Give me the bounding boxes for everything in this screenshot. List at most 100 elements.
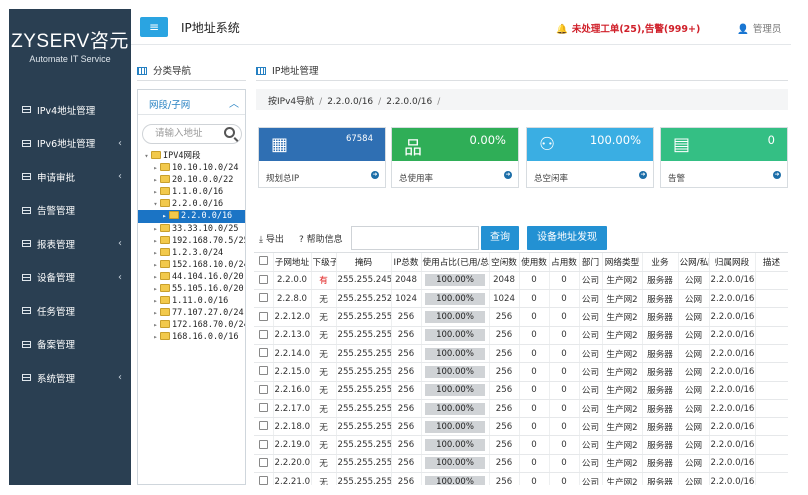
table-row[interactable]: 2.2.21.0 无 255.255.255 256 100.00% 256 0 0 公司 生产网…: [254, 472, 788, 485]
folder-icon: [160, 271, 170, 280]
tree-node[interactable]: ▾ IPV4网段: [138, 150, 245, 162]
select-all-checkbox[interactable]: [258, 256, 268, 266]
stat-card[interactable]: ▤ 0 告警 ➜: [660, 127, 788, 188]
table-cell: 0: [549, 399, 580, 419]
expand-arrow-icon[interactable]: ▸: [151, 174, 160, 186]
stat-card[interactable]: 品 0.00% 总使用率 ➜: [391, 127, 519, 188]
table-row[interactable]: 2.2.18.0 无 255.255.255 256 100.00% 256 0 0 公司 生产网…: [254, 417, 788, 437]
table-cell: 256: [489, 362, 520, 382]
row-checkbox[interactable]: [258, 366, 268, 376]
tree-node[interactable]: ▸ 192.168.70.5/25: [138, 235, 245, 247]
row-checkbox[interactable]: [258, 293, 268, 303]
tree-search-input[interactable]: 请输入地址: [142, 124, 242, 144]
sidebar-item[interactable]: 告警管理: [9, 194, 131, 228]
user-menu[interactable]: 👤 管理员: [737, 21, 781, 35]
row-checkbox[interactable]: [258, 348, 268, 358]
table-row[interactable]: 2.2.12.0 无 255.255.255 256 100.00% 256 0 0 公司 生产网…: [254, 307, 788, 327]
usage-bar: 100.00%: [425, 347, 485, 360]
expand-arrow-icon[interactable]: ▾: [151, 198, 160, 210]
query-button[interactable]: 查询: [481, 226, 519, 250]
row-checkbox[interactable]: [258, 403, 268, 413]
tree-node[interactable]: ▸ 168.16.0.0/16: [138, 331, 245, 343]
table-cell: [755, 417, 788, 437]
table-row[interactable]: 2.2.0.0 有 255.255.245 2048 100.00% 2048 0 0 公司 生产…: [254, 271, 788, 291]
folder-icon: [169, 211, 179, 220]
expand-arrow-icon[interactable]: ▸: [151, 235, 160, 247]
expand-arrow-icon[interactable]: ▸: [151, 307, 160, 319]
search-icon[interactable]: [224, 127, 235, 138]
table-row[interactable]: 2.2.16.0 无 255.255.255 256 100.00% 256 0 0 公司 生产网…: [254, 381, 788, 400]
discover-button[interactable]: 设备地址发现: [527, 226, 607, 250]
sidebar-item[interactable]: IPv6地址管理 ‹: [9, 127, 131, 161]
expand-arrow-icon[interactable]: ▸: [151, 223, 160, 235]
tree-node[interactable]: ▸ 1.1.0.0/16: [138, 186, 245, 198]
help-button[interactable]: ? 帮助信息: [299, 232, 343, 245]
table-row[interactable]: 2.2.19.0 无 255.255.255 256 100.00% 256 0 0 公司 生产网…: [254, 435, 788, 455]
breadcrumb-item[interactable]: 2.2.0.0/16: [327, 97, 373, 107]
table-row[interactable]: 2.2.15.0 无 255.255.255 256 100.00% 256 0 0 公司 生产网…: [254, 362, 788, 382]
table-row[interactable]: 2.2.8.0 无 255.255.252 1024 100.00% 1024 0 0 公司 生产…: [254, 289, 788, 309]
sidebar-item[interactable]: 任务管理: [9, 294, 131, 328]
row-checkbox[interactable]: [258, 329, 268, 339]
expand-arrow-icon[interactable]: ▸: [151, 295, 160, 307]
expand-arrow-icon[interactable]: ▸: [151, 259, 160, 271]
alert-link[interactable]: 🔔 未处理工单(25),告警(999+): [556, 21, 700, 35]
row-checkbox[interactable]: [258, 421, 268, 431]
ip-manage-header: IP地址管理: [256, 63, 788, 81]
expand-arrow-icon[interactable]: ▸: [151, 162, 160, 174]
arrow-right-icon[interactable]: ➜: [371, 171, 379, 179]
tab-segment-subnet[interactable]: 网段/子网 ︿: [138, 90, 245, 115]
row-checkbox[interactable]: [258, 439, 268, 449]
list-icon: [22, 340, 31, 348]
table-cell: [755, 307, 788, 327]
tree-node[interactable]: ▸ 10.10.10.0/24: [138, 162, 245, 174]
sidebar-item[interactable]: IPv4地址管理: [9, 93, 131, 127]
expand-arrow-icon[interactable]: ▸: [151, 247, 160, 259]
arrow-right-icon[interactable]: ➜: [504, 171, 512, 179]
expand-arrow-icon[interactable]: ▸: [151, 186, 160, 198]
tree-node[interactable]: ▸ 1.2.3.0/24: [138, 247, 245, 259]
row-checkbox[interactable]: [258, 384, 268, 394]
row-checkbox[interactable]: [258, 457, 268, 467]
tree-node[interactable]: ▸ 20.10.0.0/22: [138, 174, 245, 186]
table-row[interactable]: 2.2.17.0 无 255.255.255 256 100.00% 256 0 0 公司 生产网…: [254, 399, 788, 419]
tree-node[interactable]: ▸ 1.11.0.0/16: [138, 295, 245, 307]
breadcrumb-item[interactable]: 按IPv4导航: [268, 97, 314, 107]
stat-card[interactable]: ⚇ 100.00% 总空闲率 ➜: [526, 127, 654, 188]
sidebar-item[interactable]: 系统管理 ‹: [9, 361, 131, 395]
expand-arrow-icon[interactable]: ▸: [160, 210, 169, 222]
expand-arrow-icon[interactable]: ▸: [151, 283, 160, 295]
expand-arrow-icon[interactable]: ▾: [142, 150, 151, 162]
stat-card[interactable]: ▦ 67584 规划总IP ➜: [258, 127, 386, 188]
sidebar-item[interactable]: 报表管理 ‹: [9, 227, 131, 261]
tree-node[interactable]: ▸ 77.107.27.0/24: [138, 307, 245, 319]
table-row[interactable]: 2.2.14.0 无 255.255.255 256 100.00% 256 0 0 公司 生产网…: [254, 344, 788, 364]
row-checkbox[interactable]: [258, 274, 268, 284]
expand-arrow-icon[interactable]: ▸: [151, 319, 160, 331]
tree-node[interactable]: ▸ 33.33.10.0/25: [138, 223, 245, 235]
sidebar-item[interactable]: 申请审批 ‹: [9, 160, 131, 194]
list-icon: [22, 173, 31, 181]
tree-node[interactable]: ▸ 2.2.0.0/16: [138, 210, 245, 223]
expand-arrow-icon[interactable]: ▸: [151, 271, 160, 283]
table-row[interactable]: 2.2.20.0 无 255.255.255 256 100.00% 256 0 0 公司 生产网…: [254, 454, 788, 474]
menu-toggle-button[interactable]: ≡: [140, 17, 168, 37]
table-cell: 无: [311, 326, 337, 345]
tree-node[interactable]: ▸ 55.105.16.0/20: [138, 283, 245, 295]
sidebar-item[interactable]: 设备管理 ‹: [9, 261, 131, 295]
expand-arrow-icon[interactable]: ▸: [151, 331, 160, 343]
arrow-right-icon[interactable]: ➜: [773, 171, 781, 179]
breadcrumb-item[interactable]: 2.2.0.0/16: [386, 97, 432, 107]
table-row[interactable]: 2.2.13.0 无 255.255.255 256 100.00% 256 0 0 公司 生产网…: [254, 326, 788, 345]
arrow-right-icon[interactable]: ➜: [639, 171, 647, 179]
tree-node[interactable]: ▸ 152.168.10.0/24: [138, 259, 245, 271]
sidebar-item[interactable]: 备案管理: [9, 328, 131, 362]
tree-node[interactable]: ▸ 172.168.70.0/24: [138, 319, 245, 331]
export-button[interactable]: ⤓ 导出: [259, 232, 284, 245]
chevron-up-icon[interactable]: ︿: [229, 95, 239, 110]
ip-search-input[interactable]: [351, 226, 479, 250]
tree-node[interactable]: ▸ 44.104.16.0/20: [138, 271, 245, 283]
tree-node[interactable]: ▾ 2.2.0.0/16: [138, 198, 245, 210]
row-checkbox[interactable]: [258, 476, 268, 485]
row-checkbox[interactable]: [258, 311, 268, 321]
